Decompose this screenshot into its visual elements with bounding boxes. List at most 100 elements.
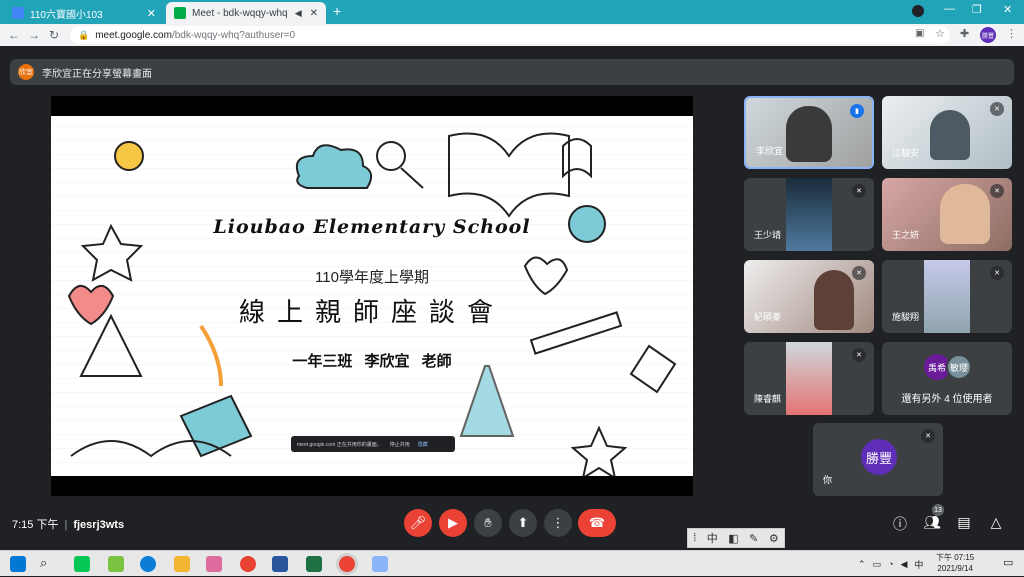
meet-icon <box>174 7 186 19</box>
self-avatar: 勝豐 <box>861 439 897 475</box>
meeting-time: 7:15 下午 <box>12 519 59 531</box>
speaking-indicator-icon: ▮ <box>850 104 864 118</box>
camera-blocked-icon[interactable]: ▣ <box>915 28 924 39</box>
self-tile[interactable]: 勝豐 ✕ 你 <box>813 423 943 496</box>
taskbar-clock[interactable]: 下午 07:15 2021/9/14 <box>936 552 974 574</box>
tray-chevron-icon[interactable]: ⌃ <box>858 559 866 570</box>
tab-title: 110六寶國小103 <box>30 9 103 21</box>
stop-sharing-button[interactable]: 停止共用 <box>390 441 410 448</box>
file-explorer-icon[interactable] <box>174 556 190 572</box>
participant-tile[interactable]: ✕ 王之妍 <box>882 178 1012 251</box>
participant-name: 陳睿麒 <box>754 394 782 404</box>
participant-tile[interactable]: ✕ 紀碩蓁 <box>744 260 874 333</box>
mic-off-icon: ✕ <box>990 102 1004 116</box>
people-icon[interactable]: 👥︎ <box>923 514 941 531</box>
hide-notice-button[interactable]: 隱藏 <box>418 441 428 448</box>
bookmark-star-icon[interactable]: ☆ <box>935 27 945 40</box>
paint-icon[interactable] <box>372 556 388 572</box>
participant-tile[interactable]: ✕ 王少靖 <box>744 178 874 251</box>
ime-symbol-icon[interactable]: ✎ <box>749 532 758 545</box>
ime-toolbar: ⁞ 中 ◧ ✎ ⚙ <box>687 528 785 548</box>
line-app-icon[interactable] <box>74 556 90 572</box>
new-tab-button[interactable]: + <box>333 3 341 19</box>
raise-hand-button[interactable]: ✋︎ <box>474 509 502 537</box>
volume-icon[interactable]: ◀︎ <box>901 559 908 570</box>
info-icon[interactable]: ⓘ <box>891 514 909 534</box>
magnifier-doodle <box>376 141 406 171</box>
more-options-button[interactable]: ⋮ <box>544 509 572 537</box>
participant-name: 施駿翔 <box>892 312 920 322</box>
chrome-active-icon[interactable] <box>339 556 355 572</box>
browser-toolbar: ← → ↻ 🔒 meet.google.com/bdk-wqqy-whq?aut… <box>0 24 1024 46</box>
mic-toggle-button[interactable]: 🎤︎ <box>404 509 432 537</box>
ime-mode-button[interactable]: 中 <box>707 530 718 546</box>
participant-tile[interactable]: ✕ 施駿翔 <box>882 260 1012 333</box>
camera-toggle-button[interactable]: ▶︎ <box>439 509 467 537</box>
meeting-code[interactable]: fjesrj3wts <box>73 519 124 531</box>
participant-video <box>786 342 832 415</box>
ime-settings-icon[interactable]: ⚙ <box>769 532 779 545</box>
window-close-icon[interactable]: ✕ <box>1003 3 1012 16</box>
leave-call-button[interactable]: ☎︎ <box>578 509 616 537</box>
participant-tile[interactable]: ▮ 李欣宜 <box>744 96 874 169</box>
forward-icon[interactable]: → <box>24 28 44 42</box>
notification-icon[interactable]: ▭ <box>1003 556 1013 569</box>
clock-time: 下午 07:15 <box>936 553 975 562</box>
cloud-doodle <box>295 144 373 189</box>
menu-icon[interactable]: ⋮ <box>1006 27 1017 40</box>
sun-doodle <box>114 141 144 171</box>
reload-icon[interactable]: ↻ <box>44 28 64 42</box>
excel-icon[interactable] <box>306 556 322 572</box>
profile-dropdown-icon[interactable] <box>912 5 924 17</box>
system-tray: ⌃ ▭ ◔ ◀︎ 中 <box>858 551 923 577</box>
participant-count-badge: 13 <box>932 504 944 516</box>
slide-main-heading: 線上親師座談會 <box>238 298 505 328</box>
edge-icon[interactable] <box>140 556 156 572</box>
word-icon[interactable] <box>272 556 288 572</box>
chrome-icon[interactable] <box>240 556 256 572</box>
mic-off-icon: ✕ <box>990 184 1004 198</box>
tab-classroom[interactable]: 110六寶國小103 ✕ <box>4 2 164 24</box>
sharing-notice-bar: meet.google.com 正在共用你的畫面。 停止共用 隱藏 <box>291 436 455 452</box>
tab-meet[interactable]: Meet - bdk-wqqy-whq ◀ ✕ <box>166 2 326 24</box>
input-language[interactable]: 中 <box>914 558 923 571</box>
ime-halfwidth-icon[interactable]: ◧ <box>728 532 738 545</box>
activities-icon[interactable]: △ <box>987 514 1005 531</box>
participant-name: 王之妍 <box>892 230 920 240</box>
slide-title: Lioubao Elementary School <box>213 216 531 238</box>
address-bar[interactable]: 🔒 meet.google.com/bdk-wqqy-whq?authuser=… <box>70 26 950 44</box>
speaker-icon[interactable]: ◀ <box>295 8 302 19</box>
profile-avatar[interactable]: 勝豐 <box>980 27 996 43</box>
url-host: meet.google.com <box>95 29 172 41</box>
search-icon[interactable]: ⌕ <box>40 555 47 571</box>
clock-date: 2021/9/14 <box>937 564 973 573</box>
close-icon[interactable]: ✕ <box>147 7 156 20</box>
wifi-icon[interactable]: ◔ <box>888 559 893 569</box>
ime-handle-icon[interactable]: ⁞ <box>693 532 696 544</box>
close-icon[interactable]: ✕ <box>310 8 318 19</box>
mic-off-icon: ✕ <box>852 266 866 280</box>
maximize-icon[interactable]: ❐ <box>972 3 982 16</box>
minimize-icon[interactable]: — <box>944 3 955 15</box>
snip-icon[interactable] <box>206 556 222 572</box>
windows-start-icon[interactable] <box>10 556 26 572</box>
self-name: 你 <box>823 475 833 485</box>
battery-icon[interactable]: ▭ <box>873 559 882 570</box>
shared-screen: Lioubao Elementary School 110學年度上學期 線上親師… <box>51 96 693 496</box>
others-tile[interactable]: 禹希 敏瓔 還有另外 4 位使用者 <box>882 342 1012 415</box>
mic-off-icon: ✕ <box>852 184 866 198</box>
back-icon[interactable]: ← <box>4 28 24 42</box>
star2-doodle <box>570 425 628 476</box>
participant-video <box>786 106 832 162</box>
chat-icon[interactable]: ▤ <box>955 514 973 531</box>
present-button[interactable]: ⬆︎ <box>509 509 537 537</box>
extensions-icon[interactable]: ✚ <box>960 27 969 40</box>
book-doodle <box>448 132 570 218</box>
participant-video <box>924 260 970 333</box>
meeting-details: 7:15 下午 | fjesrj3wts <box>12 519 125 531</box>
participant-tile[interactable]: ✕ 江駿安 <box>882 96 1012 169</box>
participant-video <box>940 184 990 244</box>
participant-tile[interactable]: ✕ 陳睿麒 <box>744 342 874 415</box>
presenting-text: 李欣宜正在分享螢幕畫面 <box>42 68 152 80</box>
app-icon[interactable] <box>108 556 124 572</box>
